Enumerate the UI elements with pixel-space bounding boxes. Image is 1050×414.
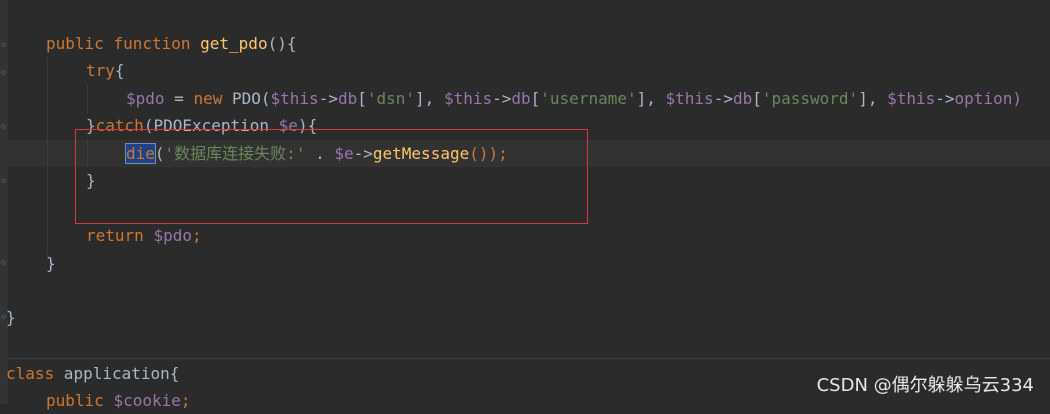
punctuation: ;	[180, 391, 191, 410]
string: 'password'	[761, 89, 859, 108]
punctuation: ],	[636, 89, 666, 108]
property: db	[337, 89, 358, 108]
fold-icon[interactable]: ◇	[0, 68, 7, 78]
variable: $this	[887, 89, 936, 108]
fold-icon[interactable]: ◇	[0, 40, 7, 50]
operator: ->	[492, 89, 512, 108]
punctuation: ;	[191, 226, 202, 245]
method-separator	[8, 358, 1050, 359]
operator: ->	[318, 89, 338, 108]
keyword: return	[86, 226, 144, 245]
fold-icon[interactable]: ◇	[0, 176, 7, 186]
code-line-class-decl[interactable]: class application{	[6, 360, 179, 387]
keyword: function	[113, 34, 191, 53]
punctuation: (){	[267, 34, 297, 53]
punctuation: [	[357, 89, 367, 108]
punctuation: ],	[858, 89, 888, 108]
punctuation: ],	[415, 89, 444, 108]
class-name: PDO(	[222, 89, 271, 108]
code-line-close-class[interactable]: }	[6, 304, 16, 331]
punctuation: }	[6, 308, 16, 327]
code-line-new-pdo[interactable]: $pdo = new PDO($this->db['dsn'], $this->…	[126, 85, 1022, 112]
punctuation: }	[46, 254, 56, 273]
variable: $this	[270, 89, 319, 108]
fold-icon[interactable]: ◇	[0, 258, 7, 268]
operator: =	[164, 89, 194, 108]
code-line-function-decl[interactable]: public function get_pdo(){	[46, 30, 296, 57]
code-editor[interactable]: ◇ ◇ ◇ ◇ ◇ ◇ public function get_pdo(){ t…	[0, 0, 1050, 410]
punctuation: [	[530, 89, 541, 108]
class-name: application{	[54, 364, 180, 383]
punctuation: [	[752, 89, 762, 108]
variable: $cookie	[113, 391, 181, 410]
keyword: new	[193, 89, 223, 108]
property: db	[511, 89, 531, 108]
code-line-return[interactable]: return $pdo;	[86, 222, 202, 249]
keyword: try	[86, 61, 115, 80]
code-line-property[interactable]: public $cookie;	[46, 387, 191, 414]
code-line-try[interactable]: try{	[86, 57, 125, 84]
property: option)	[954, 89, 1022, 108]
code-line-close-function[interactable]: }	[46, 250, 56, 277]
fold-icon[interactable]: ◇	[0, 122, 7, 132]
watermark: CSDN @偶尔躲躲乌云334	[816, 375, 1034, 396]
indent-guide	[87, 85, 88, 113]
punctuation: {	[114, 61, 125, 80]
variable: $this	[665, 89, 714, 108]
operator: ->	[713, 89, 733, 108]
property: db	[732, 89, 753, 108]
string: 'username'	[540, 89, 637, 108]
operator: ->	[935, 89, 955, 108]
variable: $pdo	[126, 89, 165, 108]
variable: $pdo	[153, 226, 192, 245]
function-name: get_pdo	[200, 34, 268, 53]
keyword: class	[6, 364, 55, 383]
string: 'dsn'	[366, 89, 416, 108]
variable: $this	[443, 89, 493, 108]
indent-guide	[47, 58, 48, 254]
gutter[interactable]	[0, 0, 8, 404]
highlight-box	[75, 129, 588, 224]
keyword: public	[46, 34, 104, 53]
keyword: public	[46, 391, 104, 410]
